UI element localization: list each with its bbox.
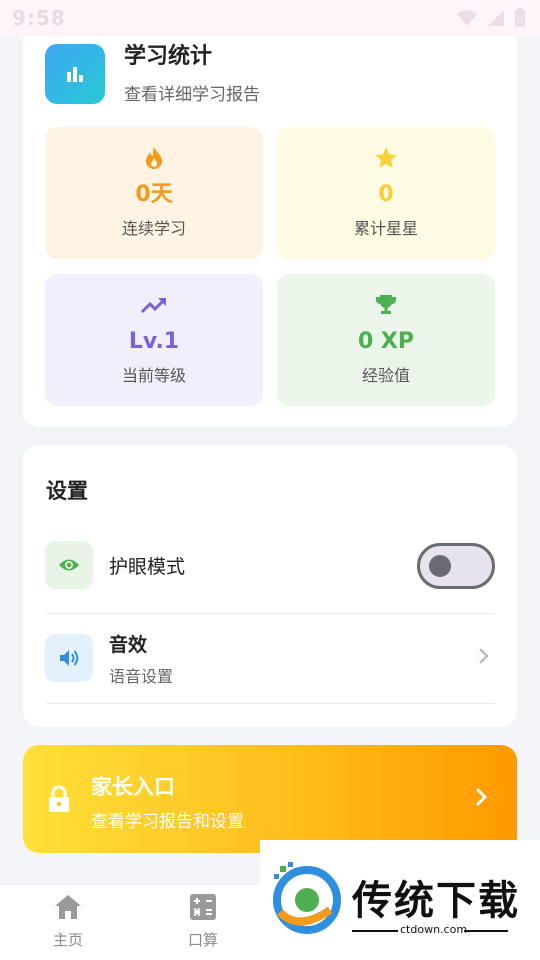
watermark-line: [352, 930, 398, 932]
parent-entry-subtitle: 查看学习报告和设置: [91, 812, 244, 832]
settings-title: 设置: [46, 479, 88, 503]
chevron-right-icon: [479, 648, 489, 664]
signal-icon: [488, 10, 504, 26]
level-value: Lv.1: [128, 329, 180, 354]
sound-row[interactable]: 音效 语音设置: [45, 633, 495, 686]
watermark-logo: [273, 862, 341, 934]
volume-icon: [45, 634, 93, 682]
status-time: 9:58: [12, 6, 66, 30]
settings-card: 设置 护眼模式 音效 语音设置: [23, 445, 517, 727]
watermark: 传统下载 ctdown.com: [260, 840, 540, 960]
status-icons: [456, 8, 526, 28]
nav-home-label: 主页: [52, 931, 83, 949]
stats-title: 学习统计: [124, 44, 213, 69]
stars-value: 0: [378, 182, 394, 207]
eye-mode-row[interactable]: 护眼模式: [45, 541, 495, 589]
watermark-domain: ctdown.com: [400, 923, 468, 936]
level-tile: Lv.1 当前等级: [45, 274, 263, 406]
watermark-line: [464, 930, 508, 932]
status-bar: 9:58: [0, 0, 540, 36]
chevron-right-icon: [475, 787, 487, 807]
streak-tile: 0天 连续学习: [45, 127, 263, 259]
bar-chart-icon: [45, 43, 105, 104]
parent-entry-title: 家长入口: [91, 775, 175, 799]
xp-value: 0 XP: [357, 329, 415, 354]
stats-header[interactable]: 学习统计 查看详细学习报告: [45, 42, 260, 105]
watermark-text: 传统下载: [352, 878, 520, 924]
nav-calc[interactable]: 口算: [163, 893, 243, 950]
nav-calc-label: 口算: [187, 931, 218, 949]
lock-icon: [49, 785, 69, 812]
level-label: 当前等级: [121, 366, 186, 385]
star-icon: [373, 145, 399, 171]
eye-mode-label: 护眼模式: [109, 555, 186, 578]
nav-home[interactable]: 主页: [28, 893, 108, 950]
sound-sub: 语音设置: [109, 666, 174, 686]
trophy-icon: [374, 292, 398, 318]
home-icon: [55, 895, 81, 919]
xp-tile: 0 XP 经验值: [277, 274, 495, 406]
eye-icon: [45, 541, 93, 589]
stars-label: 累计星星: [353, 219, 418, 238]
stats-card: 学习统计 查看详细学习报告 0天 连续学习 0 累计星星 Lv.1 当前等级 0…: [23, 22, 517, 427]
wifi-icon: [457, 10, 477, 26]
xp-label: 经验值: [361, 366, 410, 385]
stars-tile: 0 累计星星: [277, 127, 495, 259]
sound-label: 音效: [109, 633, 148, 656]
battery-icon: [515, 8, 525, 27]
calculator-icon: [190, 894, 216, 920]
streak-value: 0天: [135, 182, 173, 207]
divider: [45, 703, 495, 704]
parent-entry-button[interactable]: 家长入口 查看学习报告和设置: [23, 745, 517, 853]
trending-up-icon: [140, 292, 168, 318]
eye-mode-toggle[interactable]: [417, 543, 495, 589]
stats-subtitle: 查看详细学习报告: [124, 85, 260, 105]
toggle-knob: [429, 555, 451, 577]
flame-icon: [143, 145, 165, 171]
streak-label: 连续学习: [121, 219, 186, 238]
divider: [45, 613, 495, 614]
